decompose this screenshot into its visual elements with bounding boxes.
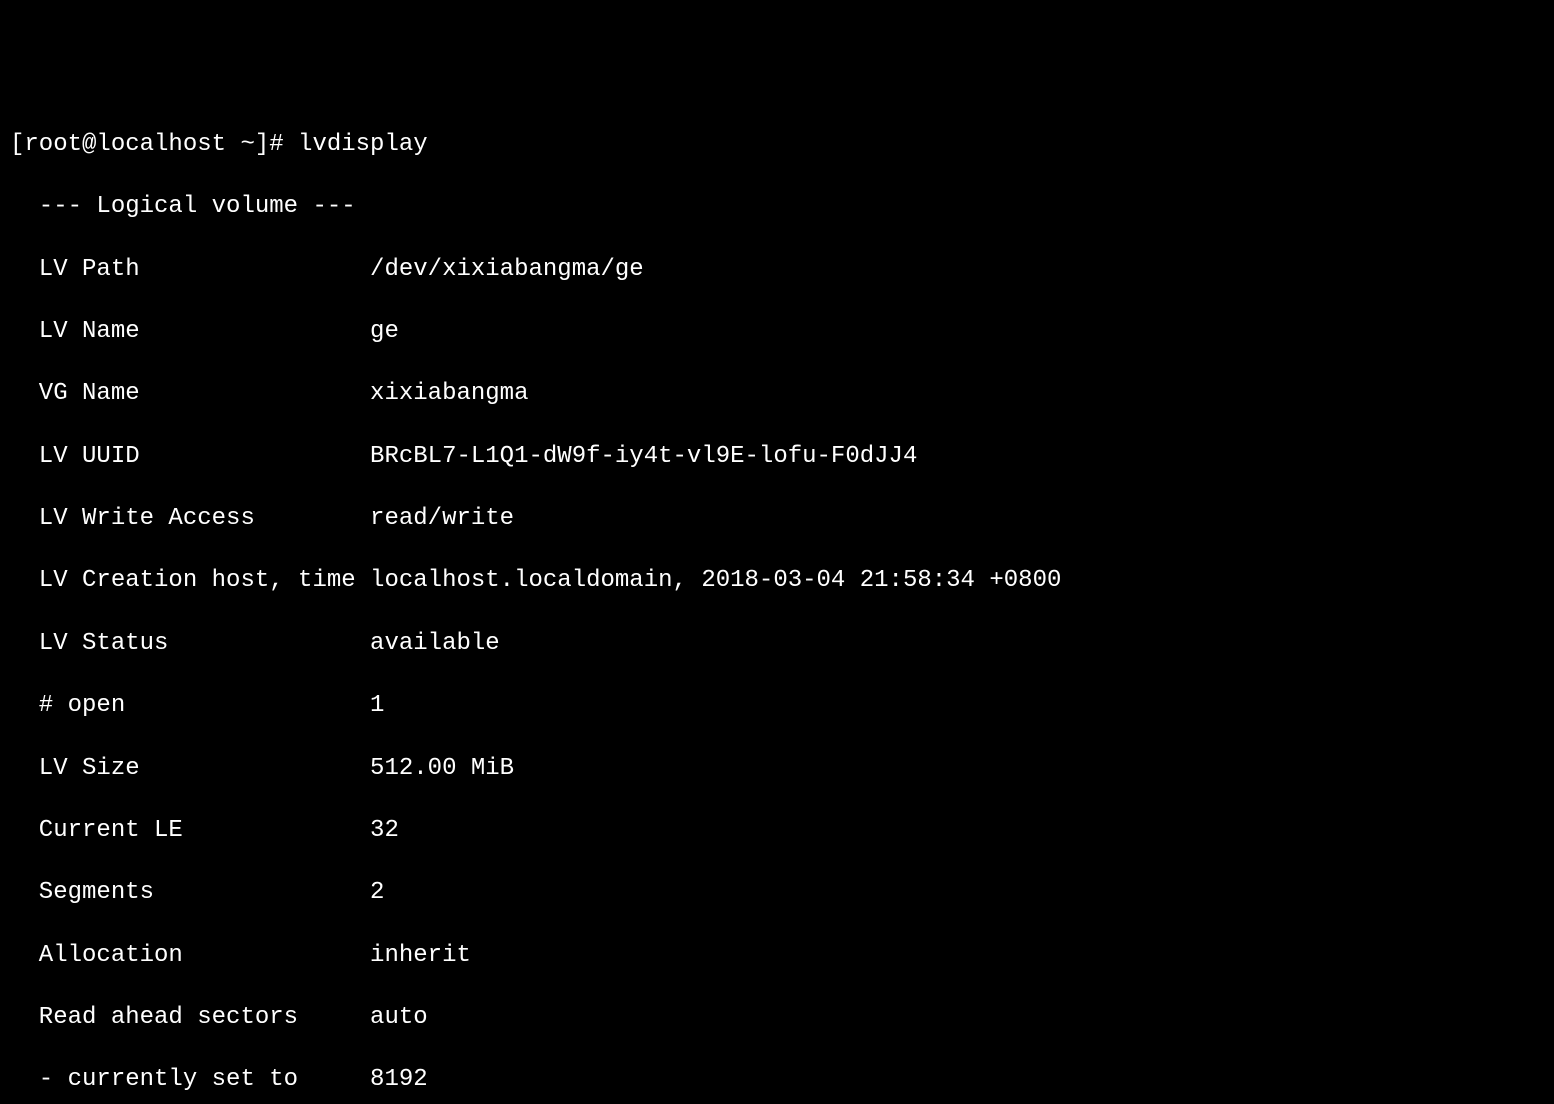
field-value: auto — [356, 1004, 428, 1031]
field-label: Current LE — [10, 817, 356, 844]
output-row: - currently set to 8192 — [10, 1064, 1544, 1095]
field-value: 32 — [356, 817, 399, 844]
output-row: VG Name xixiabangma — [10, 378, 1544, 409]
field-label: Segments — [10, 879, 356, 906]
field-label: LV Size — [10, 755, 356, 782]
field-value: 2 — [356, 879, 385, 906]
field-label: LV Creation host, time — [10, 567, 356, 594]
field-label: LV Path — [10, 256, 356, 283]
output-row: LV Status available — [10, 628, 1544, 659]
output-row: Current LE 32 — [10, 815, 1544, 846]
output-row: LV Path /dev/xixiabangma/ge — [10, 254, 1544, 285]
output-row: # open 1 — [10, 690, 1544, 721]
output-row: Segments 2 — [10, 877, 1544, 908]
field-value: ge — [356, 318, 399, 345]
field-value: inherit — [356, 942, 471, 969]
field-label: Read ahead sectors — [10, 1004, 356, 1031]
field-value: /dev/xixiabangma/ge — [356, 256, 644, 283]
output-row: LV Creation host, time localhost.localdo… — [10, 565, 1544, 596]
field-value: BRcBL7-L1Q1-dW9f-iy4t-vl9E-lofu-F0dJJ4 — [356, 443, 918, 470]
output-row: LV UUID BRcBL7-L1Q1-dW9f-iy4t-vl9E-lofu-… — [10, 441, 1544, 472]
field-value: available — [356, 630, 500, 657]
field-value: 1 — [356, 692, 385, 719]
prompt-line: [root@localhost ~]# lvdisplay — [10, 129, 1544, 160]
field-label: - currently set to — [10, 1066, 356, 1093]
field-value: xixiabangma — [356, 380, 529, 407]
output-row: LV Write Access read/write — [10, 503, 1544, 534]
field-label: Allocation — [10, 942, 356, 969]
field-label: LV Status — [10, 630, 356, 657]
field-value: 512.00 MiB — [356, 755, 514, 782]
field-value: read/write — [356, 505, 514, 532]
field-label: # open — [10, 692, 356, 719]
field-label: LV UUID — [10, 443, 356, 470]
field-label: LV Write Access — [10, 505, 356, 532]
field-value: localhost.localdomain, 2018-03-04 21:58:… — [356, 567, 1062, 594]
output-row: Read ahead sectors auto — [10, 1002, 1544, 1033]
field-label: VG Name — [10, 380, 356, 407]
shell-prompt: [root@localhost ~]# — [10, 131, 298, 158]
section-header: --- Logical volume --- — [10, 191, 1544, 222]
field-value: 8192 — [356, 1066, 428, 1093]
output-row: LV Name ge — [10, 316, 1544, 347]
command-text: lvdisplay — [298, 131, 428, 158]
output-row: LV Size 512.00 MiB — [10, 753, 1544, 784]
field-label: LV Name — [10, 318, 356, 345]
output-row: Allocation inherit — [10, 940, 1544, 971]
